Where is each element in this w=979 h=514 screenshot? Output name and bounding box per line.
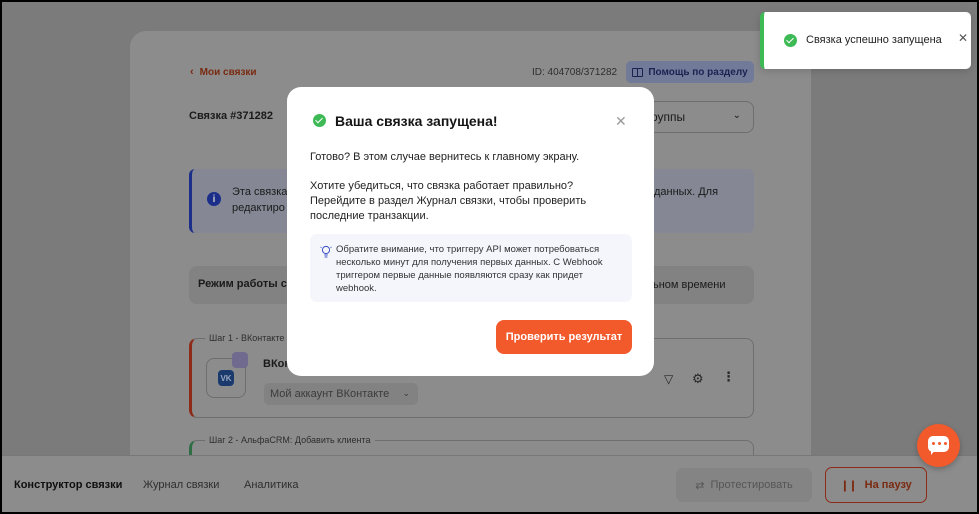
test-button[interactable]: ⇄ Протестировать [676, 468, 812, 502]
note-text: Обратите внимание, что триггеру API може… [336, 244, 603, 294]
book-icon [632, 67, 644, 77]
info-text-left: Эта связка редактиро [232, 186, 288, 214]
chevron-down-icon: ⌄ [402, 388, 410, 398]
link-id: ID: 404708/371282 [532, 67, 618, 78]
check-circle-icon [784, 34, 797, 47]
step-1-label: Шаг 1 - ВКонтакте [205, 333, 289, 343]
launch-modal: Ваша связка запущена! ✕ Готово? В этом с… [287, 87, 654, 376]
lightbulb-icon [320, 245, 332, 258]
close-icon[interactable]: ✕ [615, 113, 627, 130]
pause-icon: ❙❙ [840, 479, 857, 492]
chevron-left-icon: ‹ [190, 66, 194, 78]
mode-label: Режим работы св [198, 278, 294, 290]
step-2-label: Шаг 2 - АльфаCRM: Добавить клиента [205, 435, 375, 445]
page-title: Связка #371282 [189, 110, 273, 122]
modal-paragraph-1: Готово? В этом случае вернитесь к главно… [310, 151, 580, 163]
back-link-label: Мои связки [199, 66, 257, 78]
check-result-button[interactable]: Проверить результат [496, 320, 632, 354]
toast-text: Связка успешно запущена [806, 34, 942, 46]
filter-icon[interactable]: ▽ [664, 372, 673, 386]
check-circle-icon [313, 114, 326, 127]
gear-icon[interactable]: ⚙ [692, 371, 704, 387]
more-vertical-icon[interactable]: ⋮ [722, 369, 735, 385]
tab-journal[interactable]: Журнал связки [143, 479, 219, 491]
account-select[interactable]: Мой аккаунт ВКонтакте ⌄ [264, 383, 418, 405]
modal-paragraph-2: Хотите убедиться, что связка работает пр… [310, 180, 587, 222]
trigger-badge-icon [232, 352, 248, 368]
app-frame: ‹ Мои связки ID: 404708/371282 Помощь по… [2, 2, 977, 512]
help-button[interactable]: Помощь по разделу [626, 61, 754, 83]
pause-button-label: На паузу [864, 479, 912, 491]
tab-constructor[interactable]: Конструктор связки [14, 479, 122, 491]
mode-value[interactable]: ьном времени [653, 279, 726, 291]
group-select-value: руппы [651, 110, 686, 124]
test-button-label: Протестировать [710, 479, 793, 491]
tab-analytics[interactable]: Аналитика [244, 479, 298, 491]
info-text-right: данных. Для [654, 186, 719, 198]
modal-title: Ваша связка запущена! [335, 113, 498, 129]
info-icon: i [207, 192, 221, 206]
account-select-value: Мой аккаунт ВКонтакте [270, 388, 390, 400]
success-toast: Связка успешно запущена ✕ [760, 12, 971, 69]
chat-button[interactable] [917, 424, 960, 467]
back-link[interactable]: ‹ Мои связки [190, 66, 257, 78]
pause-button[interactable]: ❙❙ На паузу [825, 467, 927, 503]
vk-logo-icon: VK [218, 370, 234, 386]
swap-icon: ⇄ [695, 479, 705, 492]
help-button-label: Помощь по разделу [648, 66, 748, 78]
close-icon[interactable]: ✕ [958, 31, 968, 45]
chevron-down-icon: ⌄ [732, 110, 741, 121]
